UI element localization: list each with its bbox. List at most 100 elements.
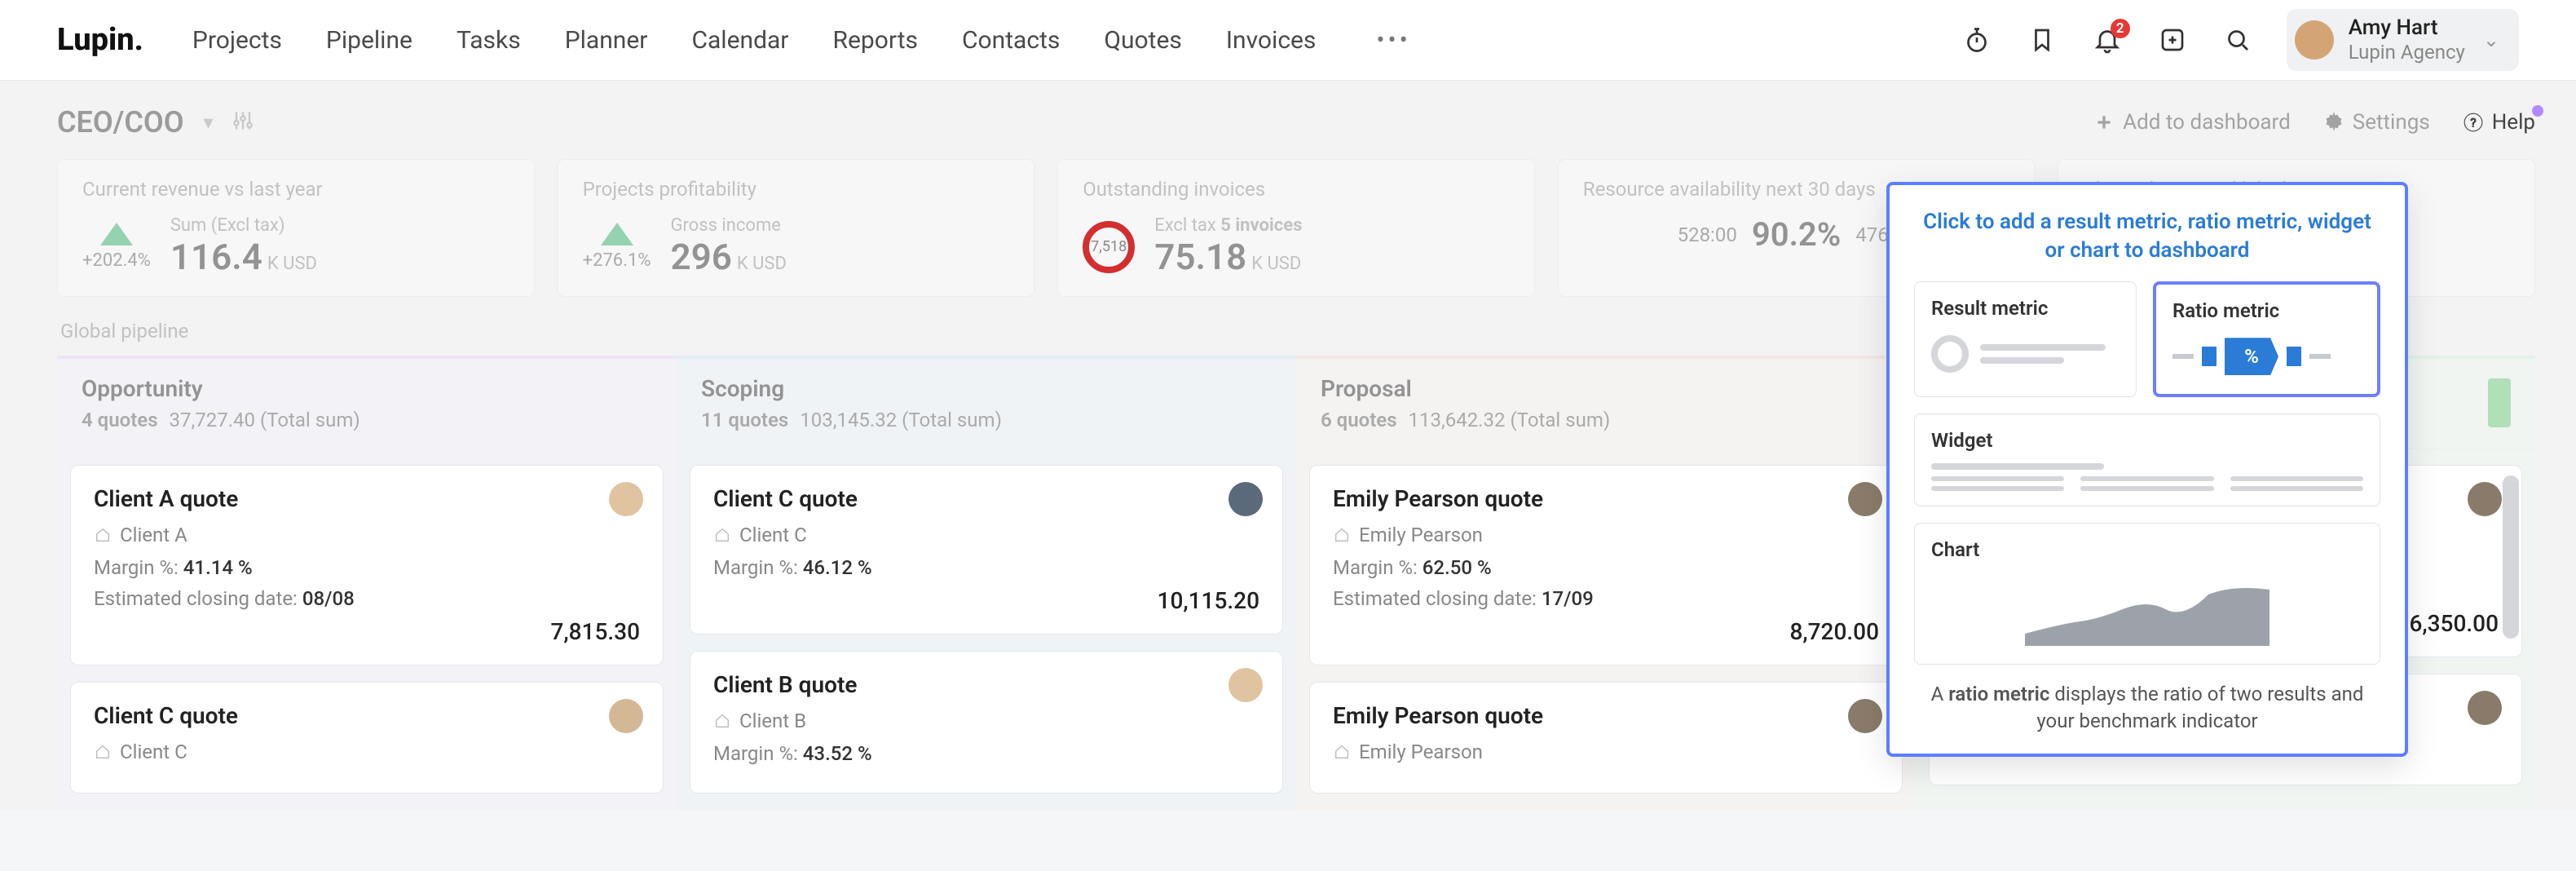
plus-icon (2093, 112, 2115, 133)
main-nav-links: Projects Pipeline Tasks Planner Calendar… (192, 26, 1411, 55)
brand-logo[interactable]: Lupin. (57, 22, 143, 58)
deal-title: Client C quote (713, 485, 1259, 512)
up-arrow-icon (601, 223, 633, 245)
home-icon (713, 526, 731, 544)
page-title-chevron-icon[interactable]: ▾ (204, 111, 214, 134)
deal-card[interactable]: Client C quote Client C Margin %: 46.12 … (690, 465, 1283, 634)
deal-margin: Margin %: 46.12 % (713, 556, 1259, 579)
pipeline-quote-count: 6 quotes (1321, 409, 1397, 431)
deal-title: Client B quote (713, 671, 1259, 698)
pipeline-column-opportunity: Opportunity 4 quotes37,727.40 (Total sum… (57, 356, 677, 810)
nav-invoices[interactable]: Invoices (1226, 26, 1317, 55)
deal-avatar (1228, 482, 1263, 516)
pipeline-stage-name: Proposal (1321, 375, 1891, 402)
kpi-card-outstanding[interactable]: Outstanding invoices 7,518 Excl tax 5 in… (1057, 159, 1535, 297)
nav-planner[interactable]: Planner (565, 26, 648, 55)
deal-amount: 7,815.30 (94, 618, 640, 645)
help-button[interactable]: ? Help (2463, 110, 2535, 135)
page-title[interactable]: CEO/COO (57, 105, 184, 139)
add-icon[interactable] (2156, 24, 2189, 56)
settings-button[interactable]: Settings (2323, 110, 2430, 135)
kpi-center: 90.2% (1752, 215, 1841, 254)
home-icon (1333, 526, 1351, 544)
user-workspace: Lupin Agency (2349, 41, 2465, 64)
tile-title: Chart (1931, 538, 2363, 561)
nav-calendar[interactable]: Calendar (691, 26, 788, 55)
search-icon[interactable] (2221, 24, 2254, 56)
tile-title: Ratio metric (2172, 299, 2361, 322)
deal-closing: Estimated closing date: 17/09 (1333, 587, 1879, 610)
help-notification-dot (2532, 105, 2543, 117)
add-metric-popover: Click to add a result metric, ratio metr… (1886, 182, 2408, 757)
deal-client: Client B (713, 710, 1259, 732)
popover-footer: A ratio metric displays the ratio of two… (1914, 681, 2380, 734)
deal-avatar (2468, 691, 2502, 725)
nav-quotes[interactable]: Quotes (1104, 26, 1182, 55)
bookmark-icon[interactable] (2026, 24, 2058, 56)
deal-card[interactable]: Emily Pearson quote Emily Pearson Margin… (1309, 465, 1903, 665)
nav-utility-icons: 2 (1961, 24, 2254, 56)
kpi-sublabel: Excl tax 5 invoices (1154, 215, 1302, 236)
chart-illustration (1931, 573, 2363, 649)
deal-margin: Margin %: 62.50 % (1333, 556, 1879, 579)
ring-text: 7,518 (1091, 238, 1127, 255)
tile-widget[interactable]: Widget (1914, 413, 2380, 506)
add-to-dashboard-button[interactable]: Add to dashboard (2093, 110, 2291, 135)
nav-reports[interactable]: Reports (832, 26, 918, 55)
help-icon: ? (2463, 112, 2484, 133)
pipeline-quote-count: 11 quotes (701, 409, 788, 431)
deal-margin: Margin %: 41.14 % (94, 556, 640, 579)
kpi-pct: +202.4% (82, 250, 151, 271)
deal-client: Emily Pearson (1333, 741, 1879, 763)
widget-illustration (1931, 463, 2363, 491)
kpi-card-revenue[interactable]: Current revenue vs last year +202.4% Sum… (57, 159, 535, 297)
deal-avatar (609, 699, 643, 733)
deal-amount: 10,115.20 (713, 587, 1259, 614)
top-navigation: Lupin. Projects Pipeline Tasks Planner C… (0, 0, 2576, 81)
settings-label: Settings (2353, 110, 2430, 135)
kpi-title: Outstanding invoices (1083, 178, 1510, 201)
up-arrow-icon (100, 223, 133, 245)
svg-text:?: ? (2470, 115, 2476, 130)
tile-title: Result metric (1931, 297, 2119, 320)
pipeline-stage-name: Opportunity (82, 375, 652, 402)
nav-contacts[interactable]: Contacts (962, 26, 1060, 55)
kpi-unit: K USD (267, 254, 317, 274)
nav-projects[interactable]: Projects (192, 26, 282, 55)
deal-card[interactable]: Client A quote Client A Margin %: 41.14 … (70, 465, 664, 665)
stopwatch-icon[interactable] (1961, 24, 1993, 56)
deal-avatar (1228, 668, 1263, 702)
vertical-scrollbar[interactable] (2503, 475, 2519, 639)
chevron-down-icon: ⌄ (2483, 29, 2499, 51)
deal-amount: 8,720.00 (1333, 618, 1879, 645)
bell-icon[interactable]: 2 (2091, 24, 2124, 56)
kpi-unit: K USD (1251, 254, 1301, 274)
page-header: CEO/COO ▾ Add to dashboard Settings ? He… (57, 105, 2535, 139)
kpi-card-profitability[interactable]: Projects profitability +276.1% Gross inc… (558, 159, 1035, 297)
home-icon (94, 526, 112, 544)
deal-card[interactable]: Client C quote Client C (70, 682, 664, 794)
deal-card[interactable]: Client B quote Client B Margin %: 43.52 … (690, 651, 1283, 794)
deal-margin: Margin %: 43.52 % (713, 742, 1259, 765)
kpi-title: Projects profitability (583, 178, 1010, 201)
user-name: Amy Hart (2349, 15, 2465, 41)
add-to-dashboard-label: Add to dashboard (2123, 110, 2291, 135)
result-metric-illustration (1931, 331, 2119, 377)
kpi-value: 296 (670, 236, 731, 278)
deal-title: Client A quote (94, 485, 640, 512)
deal-avatar (609, 482, 643, 516)
user-menu[interactable]: Amy Hart Lupin Agency ⌄ (2287, 9, 2519, 71)
pipeline-total: 103,145.32 (Total sum) (800, 409, 1002, 431)
deal-title: Emily Pearson quote (1333, 702, 1879, 729)
deal-client: Emily Pearson (1333, 524, 1879, 546)
gear-icon (2323, 112, 2344, 133)
deal-card[interactable]: Emily Pearson quote Emily Pearson (1309, 682, 1903, 794)
sliders-icon[interactable] (230, 108, 256, 137)
nav-pipeline[interactable]: Pipeline (326, 26, 412, 55)
tile-chart[interactable]: Chart (1914, 523, 2380, 665)
tile-ratio-metric[interactable]: Ratio metric % (2153, 281, 2380, 397)
nav-tasks[interactable]: Tasks (457, 26, 521, 55)
home-icon (94, 743, 112, 761)
tile-result-metric[interactable]: Result metric (1914, 281, 2137, 397)
nav-more[interactable]: ••• (1376, 26, 1410, 55)
